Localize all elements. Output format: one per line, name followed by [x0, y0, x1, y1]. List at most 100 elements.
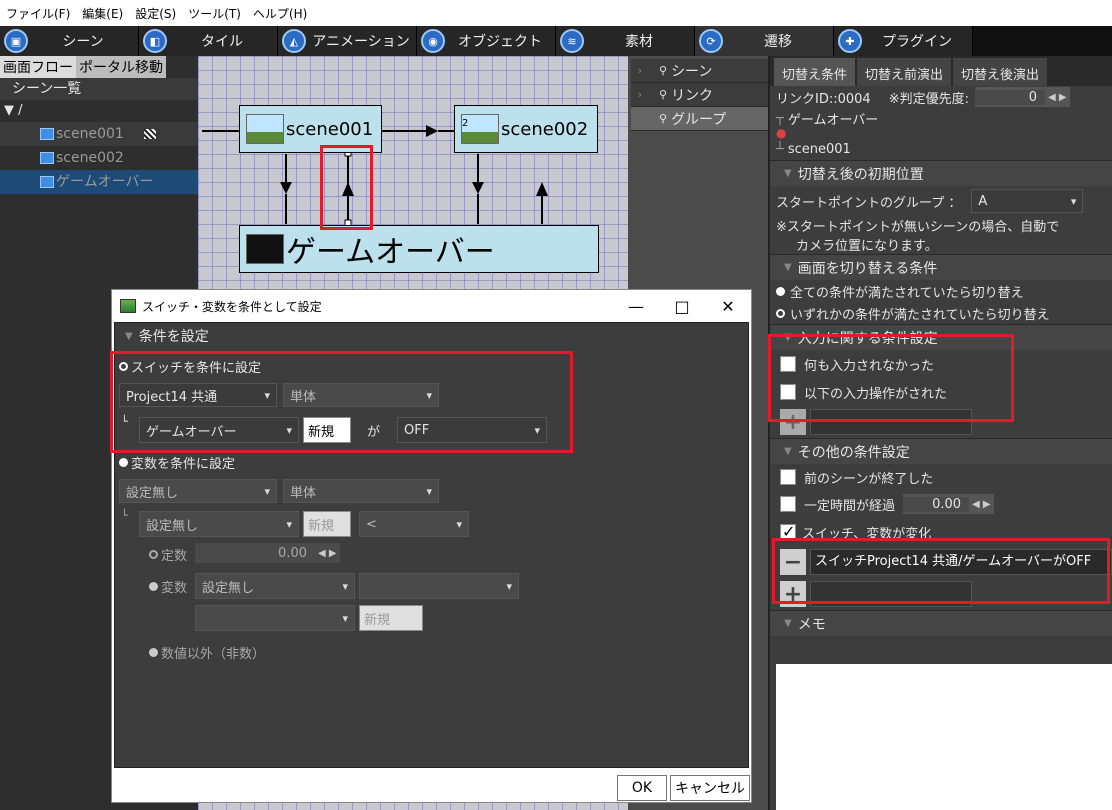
checkbox-switch-var-changed[interactable]	[780, 524, 796, 540]
overlay-group[interactable]: ⚲ グループ	[631, 107, 768, 131]
scene-node-scene001[interactable]: scene001	[239, 105, 382, 153]
section-memo: メモ	[797, 616, 826, 633]
time-spinner[interactable]: 0.00 ◀ ▶	[903, 494, 994, 514]
collapse-icon[interactable]: ▼	[125, 331, 133, 342]
toolbar-tile-button[interactable]: ◧ タイル	[139, 26, 278, 56]
menu-file[interactable]: ファイル(F)	[0, 5, 76, 22]
tree-root[interactable]: ▼ /	[0, 100, 198, 122]
input-list-field[interactable]	[810, 409, 972, 435]
tab-screen-flow[interactable]: 画面フロー	[0, 56, 76, 78]
switch-mode-select[interactable]: 単体	[283, 383, 439, 407]
radio-variable[interactable]	[149, 582, 158, 591]
radio-non-numeric[interactable]	[149, 648, 158, 657]
priority-spinner[interactable]: 0 ◀ ▶	[974, 87, 1070, 107]
compare-variable-sub-select[interactable]	[359, 573, 519, 599]
section-condition: 条件を設定	[138, 329, 209, 345]
tab-post-effect[interactable]: 切替え後演出	[953, 58, 1048, 86]
scene-thumbnail	[246, 234, 284, 264]
switch-name-select[interactable]: ゲームオーバー	[139, 417, 299, 443]
checkbox-input-done[interactable]	[780, 384, 796, 400]
spinner-arrows-icon[interactable]: ◀ ▶	[969, 499, 994, 510]
radio-switch-condition[interactable]	[119, 362, 128, 371]
link-knob-icon: ●	[776, 126, 787, 140]
checkbox-time-elapsed[interactable]	[780, 496, 796, 512]
add-condition-button[interactable]: +	[780, 581, 806, 607]
switch-group-select[interactable]: Project14 共通	[119, 383, 277, 407]
section-other-condition: その他の条件設定	[797, 444, 910, 461]
tab-pre-effect[interactable]: 切替え前演出	[857, 58, 952, 86]
checkbox-no-input[interactable]	[780, 356, 796, 372]
checkbox-prev-scene-ended[interactable]	[780, 469, 796, 485]
compare-variable-item-select[interactable]	[195, 605, 355, 631]
variable-name-select[interactable]: 設定無し	[139, 511, 299, 537]
priority-label: ※判定優先度:	[888, 91, 969, 107]
ok-button[interactable]: OK	[617, 775, 667, 801]
switch-value-select[interactable]: OFF	[397, 417, 547, 443]
scene-icon	[40, 152, 54, 164]
app-icon	[120, 299, 136, 313]
scene-node-scene002[interactable]: 2 scene002	[454, 105, 598, 153]
menu-edit[interactable]: 編集(E)	[76, 5, 129, 22]
scene-thumbnail	[246, 114, 284, 144]
radio-constant[interactable]	[149, 550, 158, 559]
collapse-icon[interactable]: ▼	[784, 446, 792, 457]
start-group-select[interactable]: A	[971, 189, 1084, 213]
pin-icon: ⚲	[659, 64, 668, 77]
tree-item-scene001[interactable]: scene001	[0, 122, 198, 146]
switch-new-button[interactable]: 新規	[303, 417, 351, 443]
operator-select[interactable]: <	[359, 511, 469, 537]
section-input-condition: 入力に関する条件設定	[797, 330, 938, 347]
collapse-icon[interactable]: ▼	[784, 262, 792, 273]
switch-condition-entry[interactable]: スイッチProject14 共通/ゲームオーバーがOFF	[810, 549, 1112, 575]
scene-thumbnail: 2	[461, 114, 499, 144]
toolbar-animation-button[interactable]: ◭ アニメーション	[278, 26, 417, 56]
animation-icon: ◭	[282, 29, 306, 53]
compare-new-button[interactable]: 新規	[359, 605, 423, 631]
menu-settings[interactable]: 設定(S)	[129, 5, 182, 22]
toolbar-object-button[interactable]: ◉ オブジェクト	[417, 26, 556, 56]
radio-any-condition[interactable]	[776, 308, 785, 318]
scene-icon	[40, 128, 54, 140]
spinner-arrows-icon[interactable]: ◀ ▶	[315, 548, 340, 559]
compare-variable-select[interactable]: 設定無し	[195, 573, 355, 599]
variable-group-select[interactable]: 設定無し	[119, 479, 277, 503]
collapse-icon[interactable]: ▼	[784, 332, 792, 343]
dialog-title: スイッチ・変数を条件として設定	[142, 299, 322, 314]
variable-new-button[interactable]: 新規	[303, 511, 351, 537]
close-icon[interactable]: ✕	[705, 297, 751, 316]
memo-textarea[interactable]	[776, 664, 1112, 810]
radio-variable-condition[interactable]	[119, 458, 128, 467]
scene-node-gameover[interactable]: ゲームオーバー	[239, 225, 599, 273]
toolbar-material-button[interactable]: ≋ 素材	[556, 26, 695, 56]
overlay-scene[interactable]: › ⚲ シーン	[631, 59, 768, 83]
tab-portal-move[interactable]: ポータル移動	[76, 56, 166, 78]
spinner-arrows-icon[interactable]: ◀ ▶	[1045, 92, 1070, 103]
toolbar-transition-button[interactable]: ⟳ 遷移	[695, 26, 834, 56]
radio-all-conditions[interactable]	[776, 286, 785, 296]
add-input-button[interactable]: +	[780, 409, 806, 435]
cancel-button[interactable]: キャンセル	[670, 775, 750, 801]
collapse-icon[interactable]: ▼	[784, 618, 792, 629]
tree-item-scene002[interactable]: scene002	[0, 146, 198, 170]
menu-help[interactable]: ヘルプ(H)	[247, 5, 313, 22]
toolbar-plugin-button[interactable]: ✚ プラグイン	[834, 26, 973, 56]
menu-tools[interactable]: ツール(T)	[182, 5, 247, 22]
maximize-icon[interactable]: □	[659, 297, 705, 316]
start-group-label: スタートポイントのグループ ：	[776, 195, 962, 211]
collapse-icon[interactable]: ▼	[784, 168, 792, 179]
minimize-icon[interactable]: —	[613, 297, 659, 316]
remove-condition-button[interactable]: −	[780, 549, 806, 575]
variable-mode-select[interactable]: 単体	[283, 479, 439, 503]
plugin-icon: ✚	[838, 29, 862, 53]
chevron-right-icon: ›	[637, 88, 643, 101]
flow-overlay-list: › ⚲ シーン › ⚲ リンク ⚲ グループ	[631, 59, 768, 131]
condition-list-field[interactable]	[810, 581, 972, 607]
tree-item-gameover[interactable]: ゲームオーバー	[0, 170, 198, 194]
constant-spinner[interactable]: 0.00 ◀ ▶	[195, 543, 340, 563]
toolbar-scene-button[interactable]: ▣ シーン	[0, 26, 139, 56]
overlay-link[interactable]: › ⚲ リンク	[631, 83, 768, 107]
material-icon: ≋	[560, 29, 584, 53]
scene-icon	[40, 176, 54, 188]
dialog-body: ▼条件を設定 スイッチを条件に設定 Project14 共通 単体 └ ゲームオ…	[114, 322, 749, 768]
tab-switch-condition[interactable]: 切替え条件	[774, 58, 856, 86]
